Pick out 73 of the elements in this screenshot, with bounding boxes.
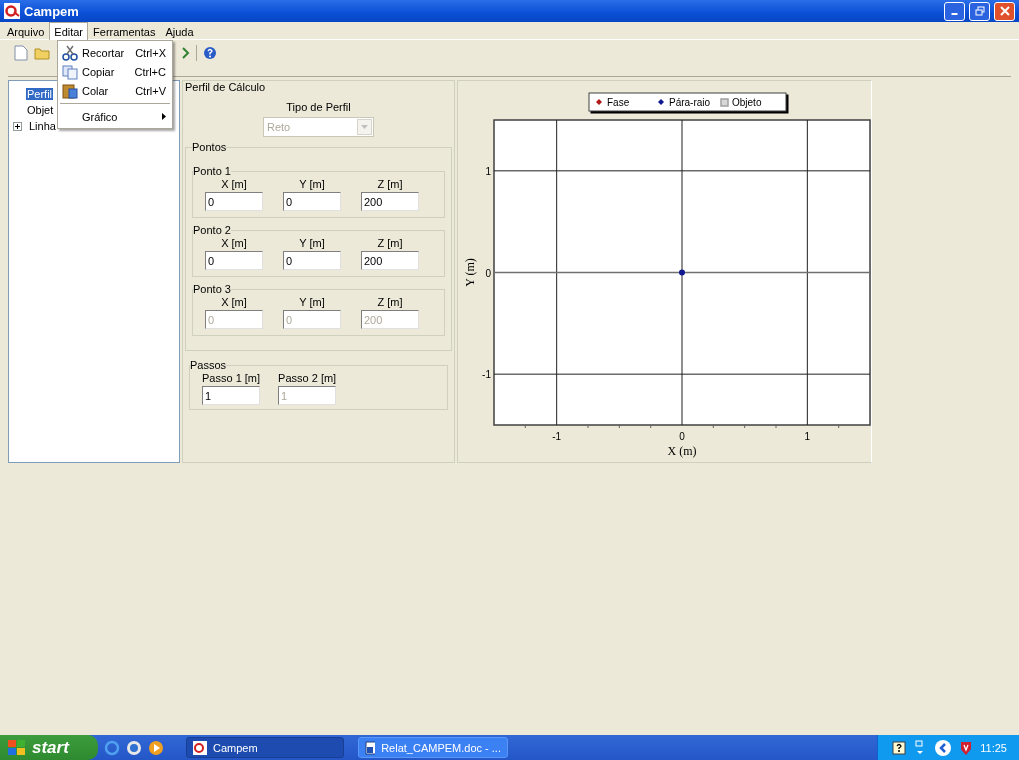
group-title: Perfil de Cálculo xyxy=(185,81,266,93)
scissors-icon xyxy=(62,44,78,61)
text-field[interactable]: 0 xyxy=(205,251,263,270)
app-icon xyxy=(4,3,20,19)
field-label: Z [m] xyxy=(377,178,403,190)
window-title: Campem xyxy=(24,3,80,19)
expand-icon[interactable] xyxy=(13,121,22,131)
menu-item[interactable]: Colar Ctrl+V xyxy=(58,81,172,100)
text-field[interactable]: 200 xyxy=(361,251,419,270)
field-label: Y [m] xyxy=(299,178,325,190)
menu-item[interactable]: Recortar Ctrl+X xyxy=(58,43,172,62)
taskbar-button[interactable]: Relat_CAMPEM.doc - ... xyxy=(358,737,508,758)
toolbar-icon[interactable] xyxy=(182,46,190,60)
field-label: X [m] xyxy=(221,178,247,190)
x-tick-label: 0 xyxy=(679,431,685,442)
field-label: Passo 1 [m] xyxy=(202,372,261,384)
shield-icon[interactable] xyxy=(960,740,973,755)
y-axis-title: Y (m) xyxy=(463,258,477,287)
field-label: Tipo de Perfil xyxy=(286,101,351,113)
app-icon xyxy=(193,740,207,755)
menu-item[interactable]: Gráfico xyxy=(58,107,172,126)
help-icon[interactable] xyxy=(892,740,907,755)
taskbar-button[interactable]: Campem xyxy=(186,737,344,758)
windows-flag-icon xyxy=(8,739,26,756)
text-field[interactable]: 1 xyxy=(202,386,261,405)
y-tick-label: -1 xyxy=(482,369,491,381)
field-label: X [m] xyxy=(221,237,247,249)
minimize-icon xyxy=(951,13,958,15)
menu-item[interactable]: Copiar Ctrl+C xyxy=(58,62,172,81)
group-title: Ponto 2 xyxy=(193,224,231,236)
close-icon xyxy=(999,6,1010,16)
minimize-button[interactable] xyxy=(944,1,965,21)
legend-label: Pára-raio xyxy=(669,97,711,108)
media-icon[interactable] xyxy=(148,739,164,756)
clipboard-icon xyxy=(62,82,78,99)
menu-item[interactable]: Ferramentas xyxy=(88,21,161,40)
restore-icon xyxy=(974,6,985,16)
dropdown-arrow-icon xyxy=(361,125,368,129)
tree-item[interactable]: Perfil xyxy=(26,88,54,100)
group-title: Ponto 1 xyxy=(193,165,231,177)
field-label: Y [m] xyxy=(299,296,325,308)
chevron-left-icon[interactable] xyxy=(934,738,953,757)
tree-item[interactable]: Objet xyxy=(26,104,55,116)
field-label: X [m] xyxy=(221,296,247,308)
restore-button[interactable] xyxy=(969,1,990,21)
group-title: Ponto 3 xyxy=(193,283,231,295)
text-field[interactable]: 200 xyxy=(361,192,419,211)
text-field[interactable]: 0 xyxy=(283,192,341,211)
field-label: Z [m] xyxy=(377,237,403,249)
submenu-arrow-icon xyxy=(162,113,166,120)
x-tick-label: -1 xyxy=(552,431,562,442)
y-tick-label: 1 xyxy=(485,165,491,177)
field-label: Passo 2 [m] xyxy=(278,372,337,384)
document-icon xyxy=(365,740,376,755)
field-label: Z [m] xyxy=(377,296,403,308)
menu-item[interactable]: Ajuda xyxy=(160,21,199,40)
copy-icon xyxy=(62,63,78,80)
start-button[interactable]: start xyxy=(0,735,98,760)
app-icon[interactable] xyxy=(126,739,142,756)
legend-label: Fase xyxy=(607,97,630,108)
close-button[interactable] xyxy=(994,1,1015,21)
clock: 11:25 xyxy=(980,741,1007,754)
field-label: Y [m] xyxy=(299,237,325,249)
x-tick-label: 1 xyxy=(804,431,811,442)
menu-item[interactable]: Arquivo xyxy=(2,21,50,40)
text-field[interactable]: 0 xyxy=(283,251,341,270)
x-axis-title: X (m) xyxy=(667,444,697,458)
text-field[interactable]: 0 xyxy=(205,192,263,211)
y-tick-label: 0 xyxy=(485,267,491,279)
group-title: Pontos xyxy=(192,141,227,153)
tree-item[interactable]: Linha xyxy=(28,120,57,132)
group-title: Passos xyxy=(190,359,227,371)
legend-label: Objeto xyxy=(732,97,762,108)
